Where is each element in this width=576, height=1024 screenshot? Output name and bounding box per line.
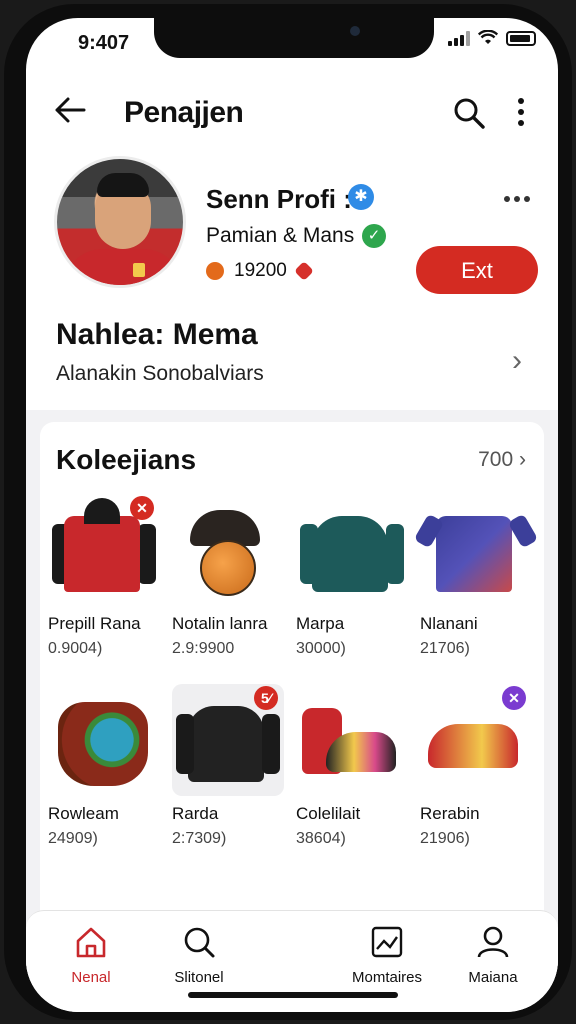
tab-moments[interactable]: Momtaires: [332, 925, 442, 986]
collection-item[interactable]: Rowleam 24909): [48, 684, 166, 864]
wifi-icon: [478, 30, 498, 44]
sneakers-image: [296, 684, 408, 796]
chevron-right-icon: ›: [519, 448, 526, 471]
item-price: 30000): [296, 640, 346, 657]
search-icon: [184, 927, 215, 958]
tab-label: Slitonel: [174, 969, 224, 986]
collection-item[interactable]: Notalin lanra 2.9:9900: [172, 494, 290, 674]
chevron-right-icon: ›: [512, 344, 522, 377]
info-subtitle: Alanakin Sonobalviars: [56, 362, 264, 385]
tab-label: Nenal: [71, 969, 111, 986]
ext-button[interactable]: Ext: [416, 246, 538, 294]
info-title: Nahlea: Mema: [56, 318, 258, 351]
battery-icon: [506, 30, 536, 46]
app-header: Penajjen: [26, 80, 558, 140]
info-row[interactable]: Nahlea: Mema Alanakin Sonobalviars ›: [26, 318, 558, 406]
star-icon: [293, 261, 314, 281]
item-price: 21906): [420, 830, 470, 847]
item-name: Prepill Rana: [48, 614, 141, 633]
search-icon[interactable]: [452, 96, 486, 130]
medal-icon: [206, 262, 224, 280]
shirt-image: [413, 494, 539, 606]
club-crest-image: [48, 684, 160, 796]
collection-item[interactable]: Colelilait 38604): [296, 684, 414, 864]
page-title: Penajjen: [124, 96, 244, 129]
jacket-image: [296, 494, 408, 606]
collection-item[interactable]: Marpa 30000): [296, 494, 414, 674]
avatar[interactable]: [54, 156, 186, 288]
item-name: Rowleam: [48, 804, 119, 823]
profile-subtitle: Pamian & Mans: [206, 224, 355, 247]
item-name: Colelilait: [296, 804, 361, 823]
chart-icon: [371, 926, 403, 958]
tab-label: Momtaires: [351, 969, 422, 986]
item-name: Rarda: [172, 804, 219, 823]
item-name: Notalin lanra: [172, 614, 268, 633]
tab-profile[interactable]: Maiana: [438, 925, 548, 986]
sneaker-image: ✕: [420, 684, 532, 796]
user-icon: [477, 926, 509, 958]
item-price: 24909): [48, 830, 98, 847]
tab-label: Maiana: [468, 969, 518, 986]
check-badge-icon: ✓: [362, 224, 386, 248]
back-arrow-icon[interactable]: [54, 96, 86, 124]
jacket-image: 5⁄: [172, 684, 284, 796]
notch: [154, 18, 434, 58]
profile-name: Senn Profi :: [206, 184, 352, 214]
item-price: 21706): [420, 640, 470, 657]
verified-badge-icon: ✱: [348, 184, 374, 210]
close-icon[interactable]: ✕: [502, 686, 526, 710]
phone-frame: 9:407 Penajjen Senn Profi: ✱ Pamian & M…: [4, 4, 572, 1020]
home-icon: [76, 927, 106, 958]
collection-item[interactable]: ✕ Rerabin 21906): [420, 684, 538, 864]
status-time: 9:407: [78, 32, 130, 54]
collection-item[interactable]: 5⁄ Rarda 2:7309): [172, 684, 290, 864]
tab-home[interactable]: Nenal: [36, 925, 146, 986]
profile-stats-value: 19200: [234, 260, 287, 281]
basketball-cap-image: [172, 494, 284, 606]
profile-more-icon[interactable]: [504, 196, 530, 202]
item-name: Marpa: [296, 614, 345, 633]
item-price: 38604): [296, 830, 346, 847]
home-indicator[interactable]: [188, 992, 398, 998]
tab-search[interactable]: Slitonel: [144, 925, 254, 986]
collection-title: Koleejians: [56, 444, 197, 475]
collection-item[interactable]: ✕ Prepill Rana 0.9004): [48, 494, 166, 674]
item-name: Rerabin: [420, 804, 480, 823]
discount-badge: 5⁄: [254, 686, 278, 710]
profile-stats: 19200: [206, 260, 314, 282]
item-price: 2.9:9900: [172, 640, 235, 657]
collection-count-link[interactable]: 700 ›: [478, 448, 526, 472]
item-name: Nlanani: [420, 614, 478, 633]
item-price: 0.9004): [48, 640, 103, 657]
collection-count: 700: [478, 448, 514, 471]
item-price: 2:7309): [172, 830, 227, 847]
screen: 9:407 Penajjen Senn Profi: ✱ Pamian & M…: [26, 18, 558, 1012]
camera-icon: [350, 26, 360, 36]
more-options-icon[interactable]: [518, 98, 526, 131]
collection-item[interactable]: Nlanani 21706): [413, 494, 539, 674]
signal-icon: [448, 30, 470, 46]
close-icon[interactable]: ✕: [130, 496, 154, 520]
collection-card: Koleejians 700 › ✕ Prepill Rana 0.9004): [40, 422, 544, 988]
jersey-image: ✕: [48, 494, 160, 606]
status-icons: [448, 30, 536, 46]
